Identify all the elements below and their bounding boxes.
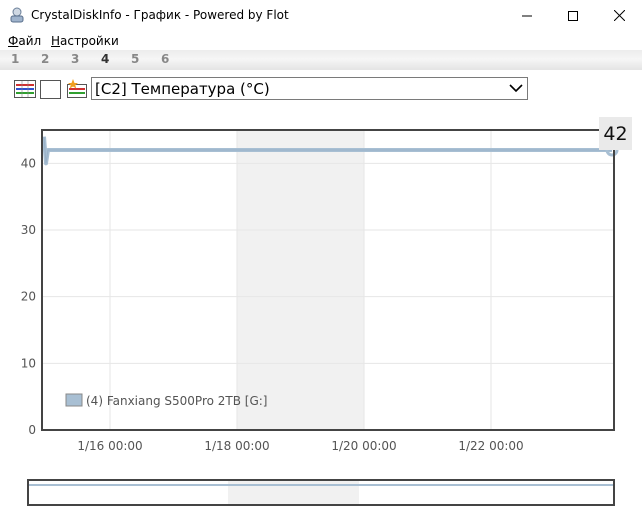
y-tick-label: 40 [21, 156, 36, 170]
menu-settings-label: астройки [60, 34, 119, 48]
menu-file-label: айл [18, 34, 42, 48]
disk-tab-3[interactable]: 3 [71, 52, 79, 66]
y-tick-label: 20 [21, 290, 36, 304]
disk-tab-6[interactable]: 6 [161, 52, 169, 66]
maximize-icon [568, 10, 578, 21]
legend-swatch [65, 393, 83, 407]
menu-settings-accelerator: Н [51, 34, 61, 48]
disk-tab-2[interactable]: 2 [41, 52, 49, 66]
disk-tabs: 1 2 3 4 5 6 [0, 50, 642, 70]
temperature-chart[interactable]: 0 10 20 30 40 1/16 00:00 1/18 00:00 1/20 00:00… [0, 110, 642, 470]
overview-navigator[interactable] [27, 479, 615, 506]
x-tick-label: 1/20 00:00 [331, 439, 396, 453]
y-tick-label: 0 [28, 423, 36, 437]
close-icon [613, 10, 625, 21]
y-axis-ticks: 0 10 20 30 40 [21, 156, 36, 437]
x-axis-ticks: 1/16 00:00 1/18 00:00 1/20 00:00 1/22 00:00 [77, 439, 523, 453]
current-value-label: 42 [599, 117, 632, 150]
chart-highlight-band [237, 130, 364, 430]
menu-bar: Файл Настройки [0, 31, 642, 50]
legend-label: (4) Fanxiang S500Pro 2TB [G:] [86, 394, 268, 408]
maximize-button[interactable] [550, 0, 596, 31]
attribute-select[interactable]: [C2] Температура (°C) [91, 77, 528, 100]
y-tick-label: 30 [21, 223, 36, 237]
x-tick-label: 1/22 00:00 [458, 439, 523, 453]
attribute-select-value: [C2] Температура (°C) [95, 80, 270, 98]
x-tick-label: 1/16 00:00 [77, 439, 142, 453]
multi-line-graph-icon [14, 80, 36, 98]
overview-series-line [29, 484, 613, 486]
sparkle-graph-icon [67, 79, 87, 98]
close-button[interactable] [596, 0, 642, 31]
chart-legend: (4) Fanxiang S500Pro 2TB [G:] [65, 393, 268, 408]
x-tick-label: 1/18 00:00 [204, 439, 269, 453]
menu-file[interactable]: Файл [8, 34, 41, 48]
disk-tab-4[interactable]: 4 [101, 52, 109, 66]
minimize-icon [522, 15, 532, 16]
menu-settings[interactable]: Настройки [51, 34, 119, 48]
reset-graph-button[interactable] [66, 79, 88, 99]
app-icon [10, 7, 24, 23]
disk-tab-1[interactable]: 1 [11, 52, 19, 66]
blank-graph-button[interactable] [40, 80, 61, 99]
title-bar: CrystalDiskInfo - График - Powered by Fl… [0, 0, 642, 31]
disk-tab-5[interactable]: 5 [131, 52, 139, 66]
y-tick-label: 10 [21, 356, 36, 370]
multi-line-graph-button[interactable] [14, 79, 36, 99]
menu-file-accelerator: Ф [8, 34, 19, 48]
minimize-button[interactable] [504, 0, 550, 31]
chevron-down-icon [509, 84, 523, 93]
window-title: CrystalDiskInfo - График - Powered by Fl… [31, 8, 289, 22]
